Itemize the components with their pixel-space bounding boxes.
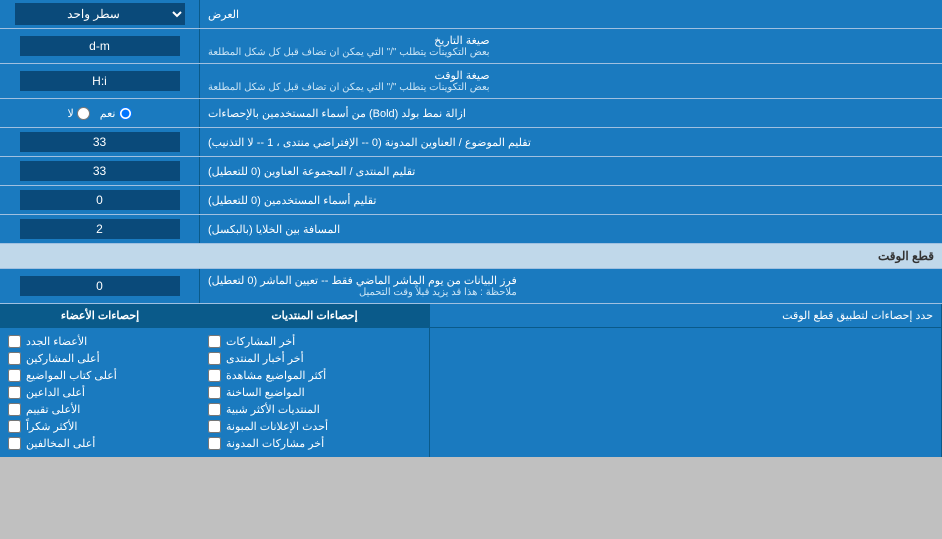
cutoff-input-cell: [0, 269, 200, 303]
username-trim-input-cell: [0, 186, 200, 214]
forum-trim-label: تقليم المنتدى / المجموعة العناوين (0 للت…: [200, 157, 942, 185]
checkbox-top-rated[interactable]: [8, 403, 21, 416]
forum-trim-row: تقليم المنتدى / المجموعة العناوين (0 للت…: [0, 157, 942, 186]
checkbox-item-blog-posts: أخر مشاركات المدونة: [208, 435, 421, 452]
forum-trim-label-text: تقليم المنتدى / المجموعة العناوين (0 للت…: [208, 165, 415, 178]
col-members-header: إحصاءات الأعضاء: [0, 304, 200, 327]
checkbox-popular-forums[interactable]: [208, 403, 221, 416]
col-posts-header-text: إحصاءات المنتديات: [271, 310, 357, 322]
members-checkboxes-col: الأعضاء الجدد أعلى المشاركين أعلى كتاب ا…: [0, 328, 200, 457]
bold-radio-no[interactable]: [77, 107, 90, 120]
username-trim-input[interactable]: [20, 190, 180, 210]
checkbox-item-latest-announcements: أحدث الإعلانات المبونة: [208, 418, 421, 435]
username-trim-row: تقليم أسماء المستخدمين (0 للتعطيل): [0, 186, 942, 215]
checkbox-blog-posts[interactable]: [208, 437, 221, 450]
checkboxes-header-row: حدد إحصاءات لتطبيق قطع الوقت إحصاءات الم…: [0, 304, 942, 328]
cell-spacing-label-text: المسافة بين الخلايا (بالبكسل): [208, 223, 340, 236]
checkbox-most-viewed[interactable]: [208, 369, 221, 382]
bold-radio-yes[interactable]: [119, 107, 132, 120]
bold-remove-label-text: ازالة نمط بولد (Bold) من أسماء المستخدمي…: [208, 107, 466, 120]
username-trim-label: تقليم أسماء المستخدمين (0 للتعطيل): [200, 186, 942, 214]
checkboxes-content-row: أخر المشاركات أخر أخبار المنتدى أكثر الم…: [0, 328, 942, 457]
time-format-label: صيغة الوقت بعض التكوينات يتطلب "/" التي …: [200, 64, 942, 98]
bold-remove-label: ازالة نمط بولد (Bold) من أسماء المستخدمي…: [200, 99, 942, 127]
checkbox-top-callers[interactable]: [8, 386, 21, 399]
time-format-label-text: صيغة الوقت: [435, 70, 490, 82]
cell-spacing-input[interactable]: [20, 219, 180, 239]
time-format-sublabel: بعض التكوينات يتطلب "/" التي يمكن ان تضا…: [208, 82, 490, 93]
cutoff-input[interactable]: [20, 276, 180, 296]
checkboxes-main-label: حدد إحصاءات لتطبيق قطع الوقت: [430, 304, 942, 327]
forum-trim-input[interactable]: [20, 161, 180, 181]
time-format-input-cell: [0, 64, 200, 98]
cell-spacing-input-cell: [0, 215, 200, 243]
forum-trim-input-cell: [0, 157, 200, 185]
checkbox-most-thanked[interactable]: [8, 420, 21, 433]
cutoff-label-text: فرز البيانات من يوم الماشر الماضي فقط --…: [208, 275, 517, 287]
checkbox-item-forum-news: أخر أخبار المنتدى: [208, 350, 421, 367]
display-label: العرض: [200, 0, 942, 28]
checkbox-item-hot-topics: المواضيع الساخنة: [208, 384, 421, 401]
bold-yes-text: نعم: [100, 107, 116, 120]
col-members-header-text: إحصاءات الأعضاء: [61, 310, 139, 322]
checkbox-new-members[interactable]: [8, 335, 21, 348]
display-select[interactable]: سطر واحد سطرين ثلاثة أسطر: [15, 3, 185, 25]
topic-trim-label: تقليم الموضوع / العناوين المدونة (0 -- ا…: [200, 128, 942, 156]
checkbox-item-most-viewed: أكثر المواضيع مشاهدة: [208, 367, 421, 384]
bold-no-text: لا: [68, 107, 74, 120]
time-format-input[interactable]: [20, 71, 180, 91]
bold-radio-yes-label: نعم: [100, 107, 132, 120]
checkbox-item-most-thanked: الأكثر شكراً: [8, 418, 192, 435]
date-format-input[interactable]: [20, 36, 180, 56]
checkbox-latest-announcements[interactable]: [208, 420, 221, 433]
checkbox-top-topic-writers[interactable]: [8, 369, 21, 382]
topic-trim-input-cell: [0, 128, 200, 156]
cutoff-note-text: ملاحظة : هذا قد يزيد قبلاً وقت التحميل: [208, 287, 517, 298]
date-format-label-text: صيغة التاريخ: [434, 35, 489, 47]
display-label-text: العرض: [208, 8, 239, 21]
checkbox-forum-news[interactable]: [208, 352, 221, 365]
empty-col: [430, 328, 942, 457]
date-format-row: صيغة التاريخ بعض التكوينات يتطلب "/" الت…: [0, 29, 942, 64]
date-format-input-cell: [0, 29, 200, 63]
topic-trim-label-text: تقليم الموضوع / العناوين المدونة (0 -- ا…: [208, 136, 531, 149]
checkboxes-header-text: حدد إحصاءات لتطبيق قطع الوقت: [782, 310, 933, 322]
checkbox-item-top-topic-writers: أعلى كتاب المواضيع: [8, 367, 192, 384]
checkbox-item-top-callers: أعلى الداعين: [8, 384, 192, 401]
cell-spacing-row: المسافة بين الخلايا (بالبكسل): [0, 215, 942, 244]
cutoff-row: فرز البيانات من يوم الماشر الماضي فقط --…: [0, 269, 942, 304]
date-format-label: صيغة التاريخ بعض التكوينات يتطلب "/" الت…: [200, 29, 942, 63]
date-format-sublabel: بعض التكوينات يتطلب "/" التي يمكن ان تضا…: [208, 47, 490, 58]
checkbox-item-top-violators: أعلى المخالفين: [8, 435, 192, 452]
bold-remove-input-cell: نعم لا: [0, 99, 200, 127]
checkbox-item-popular-forums: المنتديات الأكثر شبية: [208, 401, 421, 418]
col-posts-header: إحصاءات المنتديات: [200, 304, 430, 327]
checkboxes-section: حدد إحصاءات لتطبيق قطع الوقت إحصاءات الم…: [0, 304, 942, 457]
cell-spacing-label: المسافة بين الخلايا (بالبكسل): [200, 215, 942, 243]
display-row: العرض سطر واحد سطرين ثلاثة أسطر: [0, 0, 942, 29]
bold-remove-row: ازالة نمط بولد (Bold) من أسماء المستخدمي…: [0, 99, 942, 128]
checkbox-item-top-posters: أعلى المشاركين: [8, 350, 192, 367]
cutoff-section-title: قطع الوقت: [878, 249, 934, 263]
checkbox-item-new-members: الأعضاء الجدد: [8, 333, 192, 350]
topic-trim-input[interactable]: [20, 132, 180, 152]
checkbox-item-top-rated: الأعلى تقييم: [8, 401, 192, 418]
cutoff-section-header: قطع الوقت: [0, 244, 942, 269]
checkbox-latest-posts[interactable]: [208, 335, 221, 348]
topic-trim-row: تقليم الموضوع / العناوين المدونة (0 -- ا…: [0, 128, 942, 157]
cutoff-label: فرز البيانات من يوم الماشر الماضي فقط --…: [200, 269, 942, 303]
checkbox-item-latest-posts: أخر المشاركات: [208, 333, 421, 350]
time-format-row: صيغة الوقت بعض التكوينات يتطلب "/" التي …: [0, 64, 942, 99]
checkbox-hot-topics[interactable]: [208, 386, 221, 399]
posts-checkboxes-col: أخر المشاركات أخر أخبار المنتدى أكثر الم…: [200, 328, 430, 457]
checkbox-top-posters[interactable]: [8, 352, 21, 365]
bold-radio-no-label: لا: [68, 107, 90, 120]
bold-radio-group: نعم لا: [60, 104, 140, 123]
checkbox-top-violators[interactable]: [8, 437, 21, 450]
display-input-cell: سطر واحد سطرين ثلاثة أسطر: [0, 0, 200, 28]
username-trim-label-text: تقليم أسماء المستخدمين (0 للتعطيل): [208, 194, 376, 207]
